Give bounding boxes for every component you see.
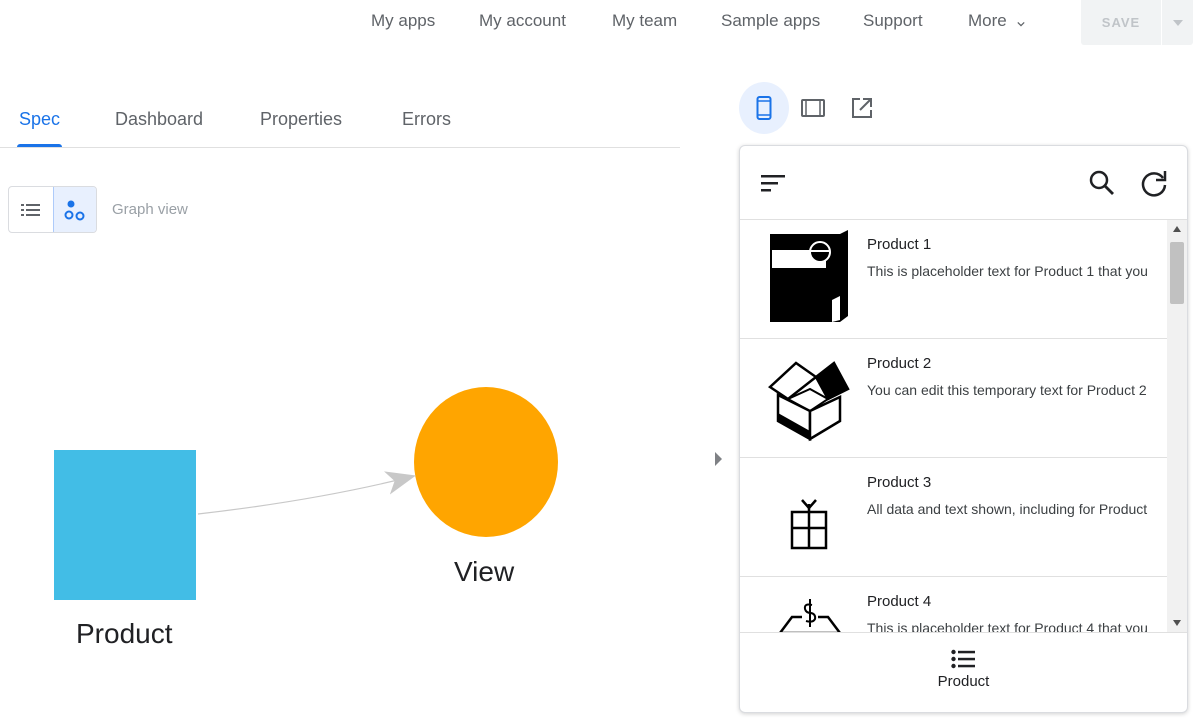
nav-more[interactable]: More — [968, 11, 1026, 31]
item-description: This is placeholder text for Product 1 t… — [867, 263, 1148, 279]
top-nav: My apps My account My team Sample apps S… — [0, 0, 1200, 45]
money-tray-icon — [779, 599, 841, 632]
list-icon — [20, 203, 40, 216]
list-item[interactable]: Product 1 This is placeholder text for P… — [740, 220, 1167, 339]
item-description: All data and text shown, including for P… — [867, 501, 1148, 517]
list-scrollbar[interactable] — [1167, 220, 1187, 632]
caret-down-icon — [1172, 19, 1183, 26]
item-description: You can edit this temporary text for Pro… — [867, 382, 1147, 398]
refresh-icon — [1141, 171, 1167, 197]
caret-up-icon — [1173, 226, 1181, 232]
list-view-button[interactable] — [9, 187, 53, 232]
save-button-group: SAVE — [1081, 0, 1193, 45]
item-title: Product 2 — [867, 355, 932, 372]
tab-spec[interactable]: Spec — [19, 109, 60, 130]
nav-sample-apps[interactable]: Sample apps — [721, 11, 820, 31]
sort-icon — [761, 175, 785, 192]
list-item[interactable]: Product 4 This is placeholder text for P… — [740, 577, 1167, 632]
scrollbar-thumb[interactable] — [1170, 242, 1184, 304]
app-preview: Product 1 This is placeholder text for P… — [739, 145, 1188, 713]
phone-preview-button[interactable] — [739, 82, 789, 134]
tab-errors[interactable]: Errors — [402, 109, 451, 130]
product-list: Product 1 This is placeholder text for P… — [740, 220, 1167, 632]
graph-canvas: Product View — [0, 250, 680, 720]
nav-support[interactable]: Support — [863, 11, 923, 31]
graph-node-product[interactable] — [54, 450, 196, 600]
item-description: This is placeholder text for Product 4 t… — [867, 620, 1148, 632]
open-box-icon — [767, 361, 850, 442]
collapse-panel-icon[interactable] — [713, 450, 723, 468]
graph-node-view[interactable] — [414, 387, 558, 537]
tab-dashboard[interactable]: Dashboard — [115, 109, 203, 130]
box-icon — [770, 230, 848, 322]
save-button[interactable]: SAVE — [1081, 0, 1161, 45]
view-toggle — [8, 186, 97, 233]
list-bullets-icon — [951, 649, 976, 669]
tab-properties[interactable]: Properties — [260, 109, 342, 130]
open-in-new-button[interactable] — [837, 82, 887, 134]
tablet-preview-button[interactable] — [788, 82, 838, 134]
refresh-button[interactable] — [1138, 167, 1170, 199]
chevron-down-icon — [1017, 21, 1026, 27]
nav-my-team[interactable]: My team — [612, 11, 677, 31]
bottom-nav-product[interactable]: Product — [937, 649, 990, 712]
item-title: Product 1 — [867, 236, 932, 253]
nav-my-apps[interactable]: My apps — [371, 11, 435, 31]
graph-icon — [64, 200, 85, 220]
editor-tabs: Spec Dashboard Properties Errors — [0, 100, 680, 148]
graph-view-button[interactable] — [52, 187, 96, 232]
list-item[interactable]: Product 2 You can edit this temporary te… — [740, 339, 1167, 458]
scroll-up-button[interactable] — [1167, 220, 1187, 238]
save-dropdown-button[interactable] — [1162, 0, 1193, 45]
view-mode-label: Graph view — [112, 201, 188, 218]
bottom-nav-label: Product — [937, 673, 990, 690]
item-title: Product 3 — [867, 474, 932, 491]
graph-node-label: View — [454, 556, 515, 587]
caret-down-icon — [1173, 620, 1181, 626]
graph-edge — [197, 471, 416, 515]
nav-more-label: More — [968, 11, 1007, 30]
gift-icon — [790, 499, 828, 550]
item-title: Product 4 — [867, 593, 932, 610]
scroll-down-button[interactable] — [1167, 614, 1187, 632]
active-tab-indicator — [17, 144, 62, 147]
bottom-nav: Product — [740, 632, 1187, 712]
nav-my-account[interactable]: My account — [479, 11, 566, 31]
graph-node-label: Product — [76, 618, 173, 649]
search-icon — [1089, 170, 1114, 195]
search-button[interactable] — [1086, 167, 1118, 199]
tablet-icon — [801, 99, 825, 117]
list-item[interactable]: Product 3 All data and text shown, inclu… — [740, 458, 1167, 577]
open-in-new-icon — [852, 98, 872, 118]
sort-button[interactable] — [757, 167, 789, 199]
app-header — [740, 146, 1187, 220]
phone-icon — [756, 96, 772, 120]
